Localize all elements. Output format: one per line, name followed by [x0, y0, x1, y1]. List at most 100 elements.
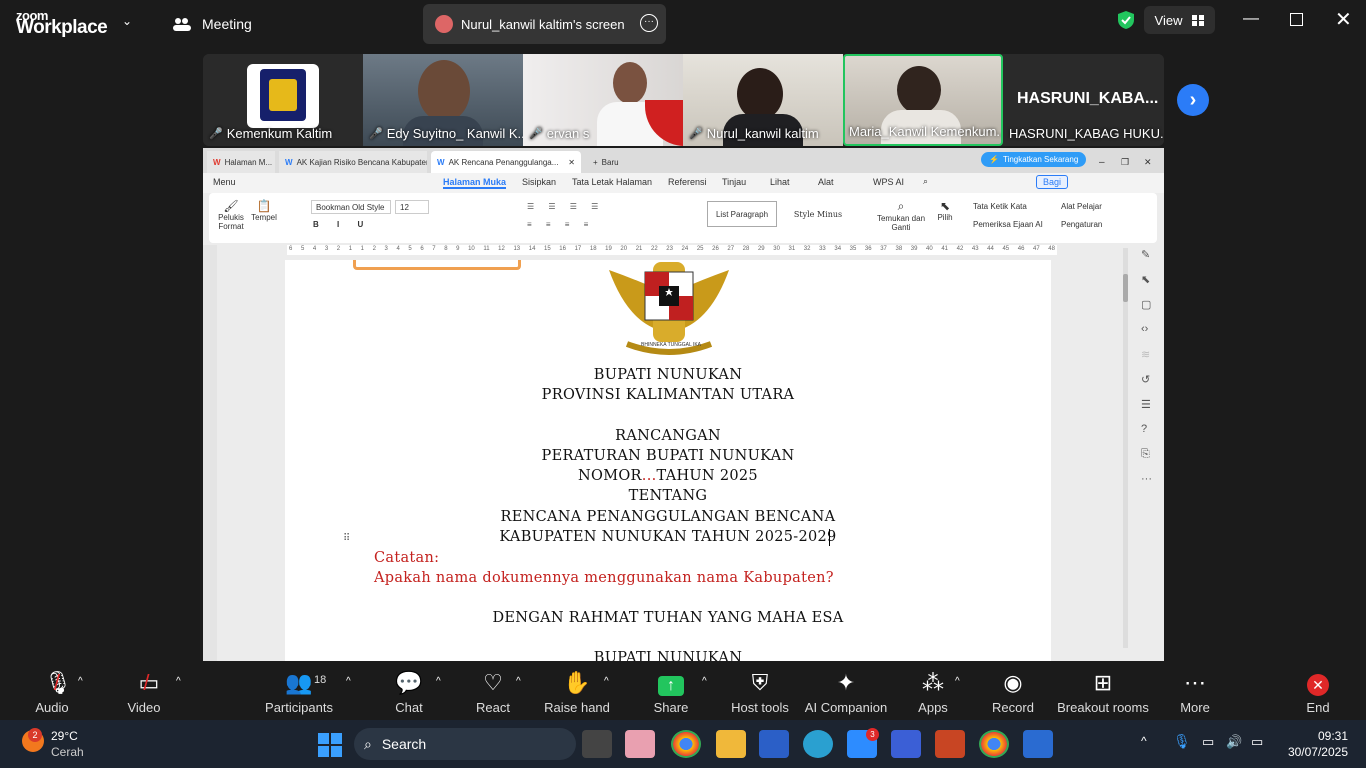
more-icon[interactable]: ··· [1141, 473, 1161, 498]
battery-icon[interactable]: ▭ [1251, 734, 1263, 750]
volume-icon[interactable]: 🔊 [1226, 734, 1242, 750]
breakout-rooms-button[interactable]: ⊞ Breakout rooms [1053, 664, 1153, 720]
pen-icon[interactable]: ✎ [1141, 248, 1161, 273]
code-icon[interactable]: ‹› [1141, 323, 1161, 348]
minimize-icon[interactable]: — [1243, 10, 1259, 28]
video-chevron-icon[interactable]: ^ [176, 676, 181, 687]
tab-wps-ai[interactable]: WPS AI [873, 177, 904, 187]
chrome-icon[interactable] [671, 730, 701, 758]
word-icon[interactable] [759, 730, 789, 758]
view-button[interactable]: View [1144, 6, 1215, 34]
text-format-buttons[interactable]: B I U [313, 220, 371, 229]
new-tab-button[interactable]: + Baru [587, 151, 625, 173]
align-buttons[interactable]: ≡ ≡ ≡ ≡ [527, 220, 594, 229]
participant-tile[interactable]: 🎤 Nurul_kanwil kaltim [683, 54, 843, 146]
export-icon[interactable]: ⎘ [1141, 448, 1161, 473]
find-replace-button[interactable]: ⌕ Temukan dan Ganti [873, 199, 929, 232]
participants-chevron-icon[interactable]: ^ [346, 676, 351, 687]
powerpoint-icon[interactable] [935, 730, 965, 758]
style-list-paragraph[interactable]: List Paragraph [707, 201, 777, 227]
chat-chevron-icon[interactable]: ^ [436, 676, 441, 687]
participant-tile-active[interactable]: Maria_Kanwil Kemenkum... [843, 54, 1003, 146]
shield-icon[interactable] [1116, 10, 1136, 30]
video-button[interactable]: ▭/Video [99, 664, 189, 720]
edge-icon[interactable] [803, 730, 833, 758]
apps-button[interactable]: ⁂ Apps [888, 664, 978, 720]
windows-start-icon[interactable] [318, 733, 342, 757]
lock-icon[interactable]: ▢ [1141, 298, 1161, 323]
tab-halaman-muka[interactable]: Halaman Muka [443, 177, 507, 189]
record-button[interactable]: ◉ Record [968, 664, 1058, 720]
chat-button[interactable]: 💬 Chat [364, 664, 454, 720]
end-button[interactable]: ✕ End [1273, 664, 1363, 720]
next-page-chevron-icon[interactable]: › [1177, 84, 1209, 116]
pemeriksa-ejaan-button[interactable]: Pemeriksa Ejaan AI [973, 220, 1043, 229]
taskbar-copilot-icon[interactable] [625, 730, 655, 758]
taskbar-app-icon[interactable] [891, 730, 921, 758]
react-chevron-icon[interactable]: ^ [516, 676, 521, 687]
file-explorer-icon[interactable] [716, 730, 746, 758]
tab-referensi[interactable]: Referensi [668, 177, 707, 187]
restore-icon[interactable]: ❐ [1115, 151, 1135, 173]
tab-lihat[interactable]: Lihat [770, 177, 790, 187]
microphone-icon[interactable]: 🎙 [1173, 733, 1191, 750]
participant-tile[interactable]: 🎤 Edy Suyitno_ Kanwil K... [363, 54, 523, 146]
font-family-select[interactable]: Bookman Old Style [311, 200, 391, 214]
close-icon[interactable]: ✕ [1335, 7, 1352, 32]
drag-handle-icon[interactable]: ⠿ [343, 533, 350, 544]
participants-button[interactable]: 👥 Participants [254, 664, 344, 720]
pengaturan-button[interactable]: Pengaturan [1061, 220, 1102, 229]
chrome-icon[interactable] [979, 730, 1009, 758]
upgrade-button[interactable]: ⚡ Tingkatkan Sekarang [981, 152, 1087, 167]
taskbar-search[interactable]: ⌕ Search [354, 728, 576, 760]
font-size-select[interactable]: 12 [395, 200, 429, 214]
paste-button[interactable]: 📋 Tempel [249, 199, 279, 222]
help-icon[interactable]: ? [1141, 423, 1161, 448]
list-buttons[interactable]: ☰ ☰ ☰ ☰ [527, 202, 604, 211]
share-button[interactable]: ↑ Share [626, 664, 716, 720]
doc-tab[interactable]: W Halaman M... [207, 151, 275, 173]
raise-chevron-icon[interactable]: ^ [604, 676, 609, 687]
participant-tile[interactable]: 🎤 Kemenkum Kaltim [203, 54, 363, 146]
style-minus[interactable]: Style Minus [783, 201, 853, 227]
participant-tile[interactable]: 🎤 ervan s [523, 54, 683, 146]
chevron-down-icon[interactable]: ⌄ [122, 14, 132, 28]
meeting-tab[interactable]: Meeting [172, 6, 252, 42]
restore-icon[interactable] [1290, 13, 1303, 26]
list-icon[interactable]: ☰ [1141, 398, 1161, 423]
settings-icon[interactable]: ≋ [1141, 348, 1161, 373]
minimize-icon[interactable]: – [1093, 151, 1111, 173]
tab-sisipkan[interactable]: Sisipkan [522, 177, 556, 187]
raise-hand-button[interactable]: ✋ Raise hand [532, 664, 622, 720]
doc-tab[interactable]: W AK Kajian Risiko Bencana Kabupaten [279, 151, 427, 173]
search-icon[interactable]: ⌕ [923, 176, 928, 187]
taskbar-app-icon[interactable] [582, 730, 612, 758]
alat-pelajar-button[interactable]: Alat Pelajar [1061, 202, 1102, 211]
react-button[interactable]: ♡ React [448, 664, 538, 720]
select-icon[interactable]: ⬉ [1141, 273, 1161, 298]
participant-tile[interactable]: HASRUNI_KABA... HASRUNI_KABAG HUKU... [1003, 54, 1164, 146]
select-button[interactable]: ⬉ Pilih [933, 199, 957, 222]
audio-button[interactable]: 🎙/Audio [7, 664, 97, 720]
tab-alat[interactable]: Alat [818, 177, 834, 187]
format-painter-button[interactable]: 🖌 Pelukis Format [217, 199, 245, 231]
audio-chevron-icon[interactable]: ^ [78, 676, 83, 687]
close-icon[interactable]: ✕ [1138, 151, 1158, 173]
doc-tab-active[interactable]: W AK Rencana Penanggulanga... ✕ [431, 151, 581, 173]
display-icon[interactable]: ▭ [1202, 734, 1214, 750]
taskbar-app-icon[interactable] [1023, 730, 1053, 758]
tab-tinjau[interactable]: Tinjau [722, 177, 746, 187]
tab-tata-letak[interactable]: Tata Letak Halaman [572, 177, 652, 187]
more-options-icon[interactable]: ··· [640, 14, 658, 32]
scrollbar[interactable] [1123, 248, 1128, 648]
share-chevron-icon[interactable]: ^ [702, 676, 707, 687]
more-button[interactable]: ⋯ More [1150, 664, 1240, 720]
close-icon[interactable]: ✕ [568, 158, 575, 167]
tray-chevron-icon[interactable]: ^ [1141, 734, 1147, 748]
share-button[interactable]: Bagi [1036, 175, 1069, 189]
apps-chevron-icon[interactable]: ^ [955, 676, 960, 687]
ai-companion-button[interactable]: ✦ AI Companion [792, 664, 900, 720]
tata-ketik-button[interactable]: Tata Ketik Kata [973, 202, 1027, 211]
history-icon[interactable]: ↺ [1141, 373, 1161, 398]
screen-share-tab[interactable]: Nurul_kanwil kaltim's screen ··· [423, 4, 666, 44]
